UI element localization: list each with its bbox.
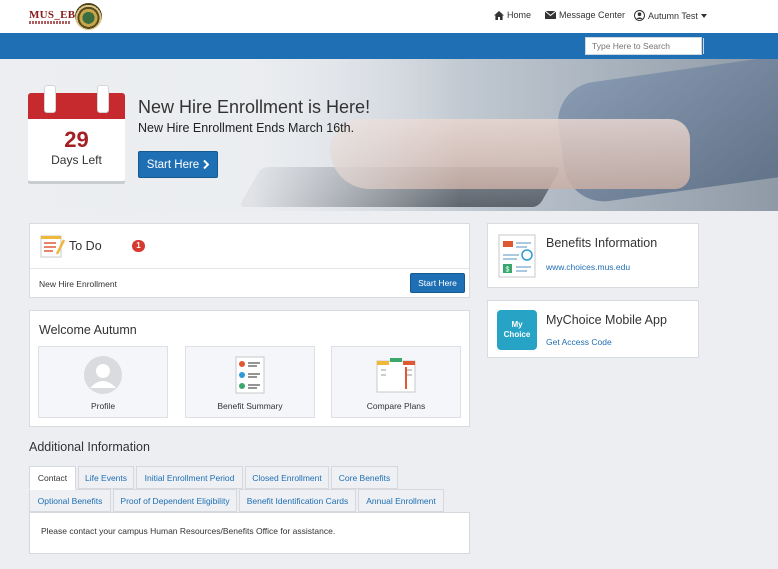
contact-panel-text: Please contact your campus Human Resourc… — [41, 526, 336, 536]
nav-user-menu[interactable]: Autumn Test — [634, 10, 707, 21]
tab-contact[interactable]: Contact — [29, 466, 76, 490]
profile-tile-label: Profile — [90, 401, 116, 411]
tab-initial-enrollment-period[interactable]: Initial Enrollment Period — [136, 466, 243, 489]
hero-subtitle: New Hire Enrollment Ends March 16th. — [138, 121, 355, 135]
tab-content-panel: Please contact your campus Human Resourc… — [29, 512, 470, 554]
search-bar-strip — [0, 33, 778, 59]
tab-annual-enrollment[interactable]: Annual Enrollment — [358, 489, 444, 512]
profile-avatar-icon — [83, 355, 123, 395]
tab-benefit-identification-cards[interactable]: Benefit Identification Cards — [239, 489, 356, 512]
todo-title: To Do — [69, 239, 102, 253]
days-left-count: 29 — [64, 127, 89, 152]
chevron-right-icon — [203, 160, 210, 169]
svg-text:$: $ — [506, 267, 510, 274]
benefits-document-icon: $ — [498, 234, 536, 278]
tab-proof-of-dependent-eligibility[interactable]: Proof of Dependent Eligibility — [113, 489, 237, 512]
hero-title: New Hire Enrollment is Here! — [138, 97, 371, 117]
state-seal-icon — [75, 3, 102, 30]
hero-banner: 29 Days Left New Hire Enrollment is Here… — [0, 59, 778, 211]
tab-life-events[interactable]: Life Events — [78, 466, 134, 489]
compare-plans-tile-label: Compare Plans — [366, 401, 426, 411]
profile-tile[interactable]: Profile — [38, 346, 168, 418]
todo-count-badge: 1 — [132, 240, 145, 252]
home-icon — [494, 10, 504, 20]
hero-start-here-label: Start Here — [146, 158, 200, 171]
mychoice-app-icon: My Choice — [497, 310, 537, 350]
days-left-label: Days Left — [51, 153, 102, 167]
search-input[interactable] — [586, 38, 703, 54]
tab-closed-enrollment[interactable]: Closed Enrollment — [245, 466, 329, 489]
todo-card: To Do 1 New Hire Enrollment Start Here — [29, 223, 470, 298]
get-access-code-link[interactable]: Get Access Code — [546, 337, 612, 347]
welcome-card: Welcome Autumn Profile Benefit Summary C… — [29, 310, 470, 427]
logo-subtitle-line — [29, 21, 71, 24]
nav-home-link[interactable]: Home — [494, 10, 531, 20]
nav-message-center-link[interactable]: Message Center — [545, 10, 625, 20]
tab-optional-benefits[interactable]: Optional Benefits — [29, 489, 111, 512]
benefits-information-link[interactable]: www.choices.mus.edu — [546, 262, 630, 272]
search-box — [585, 37, 712, 55]
caret-down-icon — [700, 13, 707, 18]
todo-header: To Do 1 — [30, 224, 469, 269]
benefit-summary-tile-label: Benefit Summary — [217, 401, 283, 411]
additional-information-title: Additional Information — [29, 440, 150, 454]
logo-text: MUS_EB — [29, 9, 76, 21]
top-navbar: MUS_EB Home Message Center Autumn Test — [0, 0, 778, 33]
nav-home-label: Home — [507, 10, 532, 20]
days-left-calendar-icon: 29 Days Left — [28, 85, 125, 183]
compare-plans-icon — [376, 355, 416, 395]
benefit-summary-icon — [230, 355, 270, 395]
nav-user-label: Autumn Test — [648, 10, 698, 21]
envelope-icon — [545, 11, 556, 19]
mobile-app-card: My Choice MyChoice Mobile App Get Access… — [487, 300, 699, 358]
tab-core-benefits[interactable]: Core Benefits — [331, 466, 398, 489]
logo[interactable]: MUS_EB — [29, 3, 103, 31]
mobile-app-title: MyChoice Mobile App — [546, 313, 667, 327]
todo-item-label: New Hire Enrollment — [39, 279, 117, 289]
benefits-information-card: $ Benefits Information www.choices.mus.e… — [487, 223, 699, 288]
welcome-title: Welcome Autumn — [39, 323, 137, 337]
user-circle-icon — [634, 10, 645, 21]
benefit-summary-tile[interactable]: Benefit Summary — [185, 346, 315, 418]
search-icon — [704, 42, 712, 50]
clipboard-checklist-icon — [40, 235, 65, 258]
compare-plans-tile[interactable]: Compare Plans — [331, 346, 461, 418]
nav-message-center-label: Message Center — [559, 10, 626, 20]
hero-start-here-button[interactable]: Start Here — [138, 151, 218, 178]
benefits-information-title: Benefits Information — [546, 236, 658, 250]
todo-start-here-button[interactable]: Start Here — [410, 273, 465, 293]
search-button[interactable] — [703, 38, 712, 54]
